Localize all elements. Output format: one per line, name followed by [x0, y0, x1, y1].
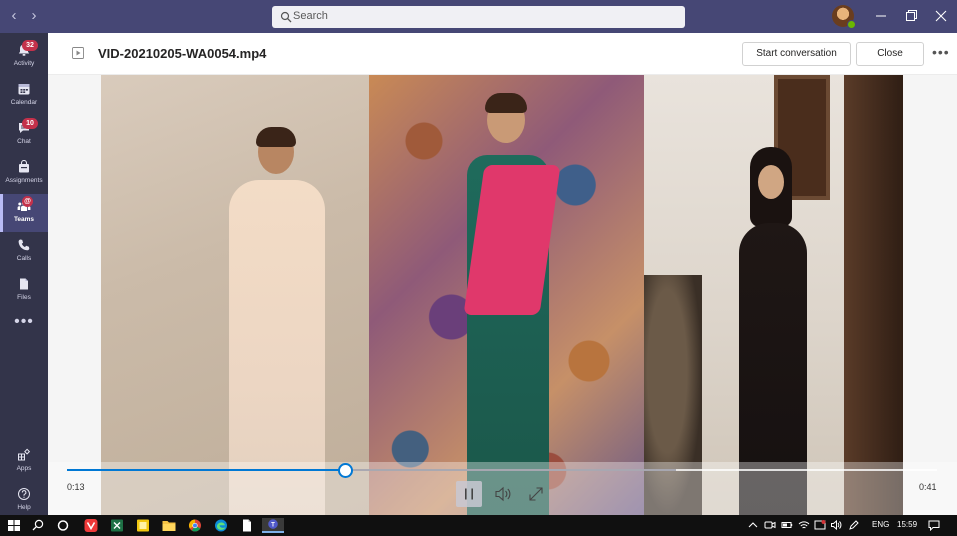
file-viewer-header: VID-20210205-WA0054.mp4 Start conversati…	[48, 33, 957, 75]
rail-label-assignments: Assignments	[5, 177, 43, 184]
rail-item-teams[interactable]: @ Teams	[0, 194, 48, 232]
rail-item-activity[interactable]: 32 Activity	[0, 38, 48, 76]
rail-label-calls: Calls	[16, 255, 32, 262]
chat-badge: 10	[22, 118, 38, 129]
pause-button[interactable]	[456, 481, 482, 507]
seek-progress	[67, 469, 346, 471]
duration: 0:41	[919, 482, 937, 492]
forward-arrow-icon[interactable]: ›	[26, 8, 42, 24]
title-bar: ‹ › Search	[0, 0, 957, 33]
rail-item-calendar[interactable]: Calendar	[0, 77, 48, 115]
file-explorer-icon[interactable]	[161, 518, 177, 533]
chevron-up-icon[interactable]	[747, 519, 759, 531]
seek-thumb[interactable]	[337, 463, 353, 478]
video-file-icon	[72, 47, 84, 59]
rail-item-files[interactable]: Files	[0, 272, 48, 310]
rail-label-teams: Teams	[13, 216, 35, 223]
file-icon	[20, 278, 28, 290]
video-frame-center-panel	[369, 75, 644, 515]
assignments-icon	[19, 160, 29, 173]
fullscreen-icon	[529, 487, 543, 501]
edge-icon[interactable]	[213, 518, 229, 533]
file-title: VID-20210205-WA0054.mp4	[98, 46, 267, 61]
rail-label-help: Help	[17, 504, 31, 511]
pen-icon[interactable]	[848, 519, 860, 531]
vivaldi-icon[interactable]	[83, 518, 99, 533]
teams-mention-badge: @	[22, 196, 33, 207]
presence-available-icon	[847, 20, 856, 29]
start-conversation-button[interactable]: Start conversation	[742, 42, 851, 66]
help-icon	[18, 488, 30, 500]
battery-icon[interactable]	[781, 519, 793, 531]
rail-label-chat: Chat	[17, 138, 31, 145]
search-box[interactable]: Search	[272, 6, 685, 28]
current-time: 0:13	[67, 482, 85, 492]
excel-icon[interactable]	[109, 518, 125, 533]
more-options-ellipsis-icon[interactable]: •••	[932, 45, 950, 59]
windows-taskbar: T ENG 15:59	[0, 515, 957, 536]
sticky-notes-icon[interactable]	[135, 518, 151, 533]
app-rail: 32 Activity Calendar 10 Chat Assignments…	[0, 33, 48, 515]
search-icon[interactable]	[30, 518, 46, 533]
volume-icon	[495, 486, 511, 502]
back-arrow-icon[interactable]: ‹	[6, 8, 22, 24]
volume-button[interactable]	[490, 481, 516, 507]
video-frame-right-panel	[644, 75, 903, 515]
rail-item-chat[interactable]: 10 Chat	[0, 116, 48, 154]
calendar-icon	[18, 84, 30, 95]
update-icon[interactable]	[814, 519, 826, 531]
meet-now-icon[interactable]	[764, 519, 776, 531]
search-icon	[280, 11, 292, 23]
svg-text:T: T	[271, 523, 275, 529]
document-icon[interactable]	[239, 518, 255, 533]
wifi-icon[interactable]	[798, 519, 810, 531]
rail-item-apps[interactable]: Apps	[0, 443, 48, 481]
start-icon[interactable]	[6, 518, 22, 533]
video-player[interactable]	[101, 75, 903, 515]
rail-label-activity: Activity	[13, 60, 35, 67]
activity-badge: 32	[22, 40, 38, 51]
more-apps-ellipsis-icon[interactable]: •••	[0, 314, 48, 333]
search-placeholder: Search	[293, 10, 328, 22]
apps-icon	[18, 448, 31, 461]
clock[interactable]: 15:59	[897, 520, 917, 529]
close-button[interactable]: Close	[856, 42, 924, 66]
speaker-icon[interactable]	[830, 519, 842, 531]
video-frame-left-panel	[101, 75, 369, 515]
pause-icon	[465, 488, 473, 500]
rail-label-calendar: Calendar	[10, 99, 38, 106]
teams-taskbar-icon[interactable]: T	[262, 518, 284, 533]
rail-label-files: Files	[17, 294, 31, 301]
cortana-icon[interactable]	[55, 518, 71, 533]
rail-label-apps: Apps	[16, 465, 32, 472]
chrome-icon[interactable]	[187, 518, 203, 533]
notifications-icon[interactable]	[928, 519, 940, 531]
rail-item-calls[interactable]: Calls	[0, 233, 48, 271]
rail-item-assignments[interactable]: Assignments	[0, 155, 48, 193]
language-indicator[interactable]: ENG	[872, 520, 889, 529]
maximize-icon[interactable]	[903, 8, 919, 24]
minimize-icon[interactable]	[873, 8, 889, 24]
phone-icon	[18, 239, 30, 251]
close-window-icon[interactable]	[933, 8, 949, 24]
fullscreen-button[interactable]	[523, 481, 549, 507]
